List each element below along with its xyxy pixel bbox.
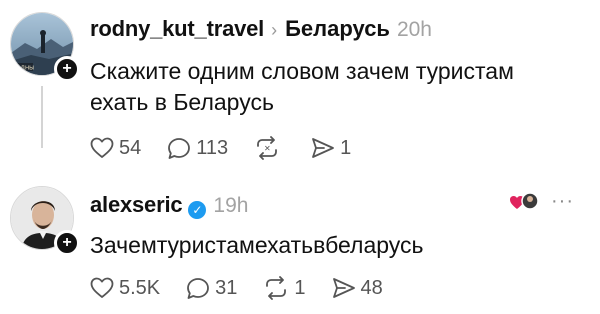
heart-icon: [90, 277, 114, 298]
timestamp: 19h: [213, 194, 249, 217]
plus-icon[interactable]: +: [54, 56, 80, 82]
verified-check-icon: ✓: [188, 201, 207, 219]
post-text-line: ехать в Беларусь: [90, 89, 274, 115]
username[interactable]: alexseric: [90, 192, 183, 218]
comment-icon: [168, 137, 191, 159]
username[interactable]: rodny_kut_travel: [90, 16, 264, 42]
more-icon[interactable]: ···: [551, 190, 574, 213]
like-count: 54: [119, 136, 142, 159]
thread-post: РОДНЫ + rodny_kut_travel › Беларусь 20h …: [0, 0, 600, 170]
share-button[interactable]: 48: [332, 277, 383, 300]
reply-button[interactable]: 113: [167, 137, 228, 160]
timestamp: 20h: [396, 18, 432, 41]
repost-button[interactable]: ✕: [254, 136, 285, 160]
comment-icon: [187, 277, 210, 299]
thread-connector-line: [41, 86, 43, 148]
repost-count: 1: [294, 276, 306, 299]
repost-icon: ✕: [257, 136, 278, 160]
reply-count: 31: [215, 276, 238, 299]
post-actions: 5.5K 31 1 48: [90, 276, 409, 300]
author-liked-badge: [509, 191, 539, 213]
post-header: rodny_kut_travel › Беларусь 20h: [90, 16, 432, 42]
avatar-logo-text: РОДНЫ: [13, 66, 34, 72]
post-text: Скажите одним словом зачем туристам ехат…: [90, 56, 590, 118]
chevron-right-icon: ›: [271, 20, 278, 40]
reply-count: 113: [196, 136, 229, 159]
post-actions: 54 113 ✕ 1: [90, 136, 377, 160]
like-count: 5.5K: [119, 276, 161, 299]
share-count: 48: [360, 276, 383, 299]
repost-button[interactable]: 1: [263, 276, 306, 300]
like-button[interactable]: 5.5K: [90, 277, 160, 300]
avatar-container: РОДНЫ +: [10, 12, 80, 82]
thread-post: + alexseric ✓ 19h ··· Зачемтуристамехать…: [0, 178, 600, 314]
community-name[interactable]: Беларусь: [285, 16, 390, 42]
send-icon: [312, 138, 335, 158]
like-button[interactable]: 54: [90, 137, 141, 160]
send-icon: [332, 278, 355, 298]
post-text-line: Скажите одним словом зачем туристам: [90, 58, 514, 84]
heart-icon: [90, 137, 114, 158]
reply-button[interactable]: 31: [186, 277, 237, 300]
repost-icon: [266, 276, 287, 300]
share-button[interactable]: 1: [311, 137, 351, 160]
share-count: 1: [340, 136, 352, 159]
post-top-right: ···: [509, 190, 574, 213]
post-header: alexseric ✓ 19h: [90, 192, 249, 219]
liked-by-author-icon: [510, 191, 539, 210]
svg-text:✕: ✕: [264, 144, 271, 153]
avatar-container: +: [10, 186, 80, 256]
post-text: Зачемтуристамехатьвбеларусь: [90, 232, 424, 258]
plus-icon[interactable]: +: [54, 230, 80, 256]
